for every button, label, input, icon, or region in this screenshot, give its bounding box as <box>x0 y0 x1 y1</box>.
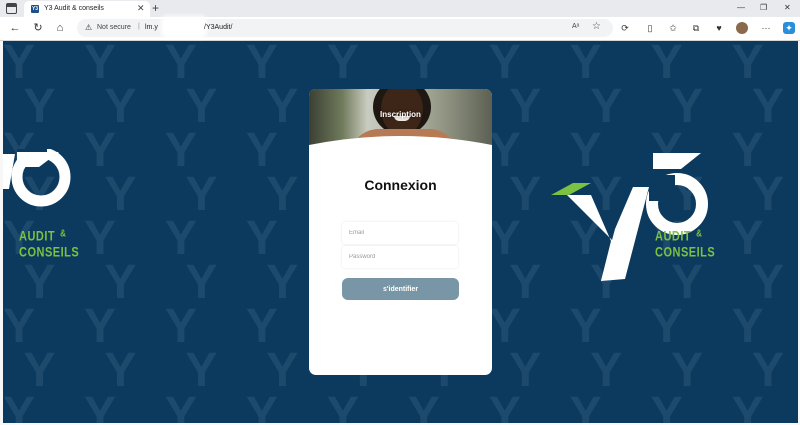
tab-strip: Y3 Y3 Audit & conseils ✕ + — ❐ ✕ <box>0 0 800 17</box>
read-aloud-icon[interactable]: Aᵃ <box>572 23 579 30</box>
address-bar[interactable]: ⚠ Not secure | lm.y /Y3Audit/ Aᵃ ☆ <box>77 16 613 38</box>
collections-icon[interactable]: ⧉ <box>690 22 702 34</box>
back-icon[interactable]: ← <box>8 21 22 35</box>
email-input[interactable] <box>342 222 458 244</box>
split-screen-icon[interactable]: ▯ <box>644 22 656 34</box>
restore-button[interactable]: ❐ <box>760 1 767 15</box>
left-logo-text: AUDIT & CONSEILS <box>19 227 80 261</box>
favicon-icon: Y3 <box>31 5 39 13</box>
redacted-url-blur <box>161 16 207 38</box>
browser-tab[interactable]: Y3 Y3 Audit & conseils ✕ <box>24 1 150 17</box>
extension-icon[interactable]: ⟳ <box>619 22 631 34</box>
minimize-button[interactable]: — <box>737 1 745 15</box>
security-label[interactable]: Not secure <box>97 24 131 31</box>
url-end: /Y3Audit/ <box>204 24 233 31</box>
refresh-icon[interactable]: ↻ <box>31 21 45 35</box>
close-window-button[interactable]: ✕ <box>784 1 791 15</box>
favorite-star-icon[interactable]: ☆ <box>592 21 601 32</box>
profile-avatar[interactable] <box>736 22 748 34</box>
logo-line-conseils: CONSEILS <box>655 245 716 261</box>
banner-wave <box>309 136 492 163</box>
warning-icon: ⚠ <box>85 23 93 32</box>
favorites-icon[interactable]: ✩ <box>667 22 679 34</box>
home-icon[interactable]: ⌂ <box>53 21 67 35</box>
left-logo-mark <box>3 149 71 207</box>
login-card: Inscription Connexion s'identifier <box>309 89 492 375</box>
tab-close-icon[interactable]: ✕ <box>137 3 145 14</box>
address-separator: | <box>138 23 140 30</box>
login-button[interactable]: s'identifier <box>342 278 459 300</box>
logo-line-audit: AUDIT <box>655 229 692 244</box>
banner-title[interactable]: Inscription <box>309 110 492 119</box>
password-input[interactable] <box>342 246 458 268</box>
copilot-icon[interactable]: ✦ <box>783 22 795 34</box>
new-tab-button[interactable]: + <box>152 0 159 16</box>
right-logo-text: AUDIT & CONSEILS <box>655 227 716 261</box>
browser-toolbar: ← ↻ ⌂ ⚠ Not secure | lm.y /Y3Audit/ Aᵃ ☆… <box>0 16 800 41</box>
url-start: lm.y <box>145 24 158 31</box>
login-heading: Connexion <box>364 177 437 193</box>
settings-menu-icon[interactable]: ··· <box>760 22 772 34</box>
browser-essentials-icon[interactable]: ♥ <box>713 22 725 34</box>
right-logo-mark <box>551 153 708 281</box>
logo-line-audit: AUDIT <box>19 229 56 244</box>
tab-actions-icon[interactable] <box>6 3 17 14</box>
tab-title: Y3 Audit & conseils <box>44 5 104 12</box>
logo-line-conseils: CONSEILS <box>19 245 80 261</box>
logo-ampersand: & <box>696 227 703 239</box>
logo-ampersand: & <box>60 227 67 239</box>
